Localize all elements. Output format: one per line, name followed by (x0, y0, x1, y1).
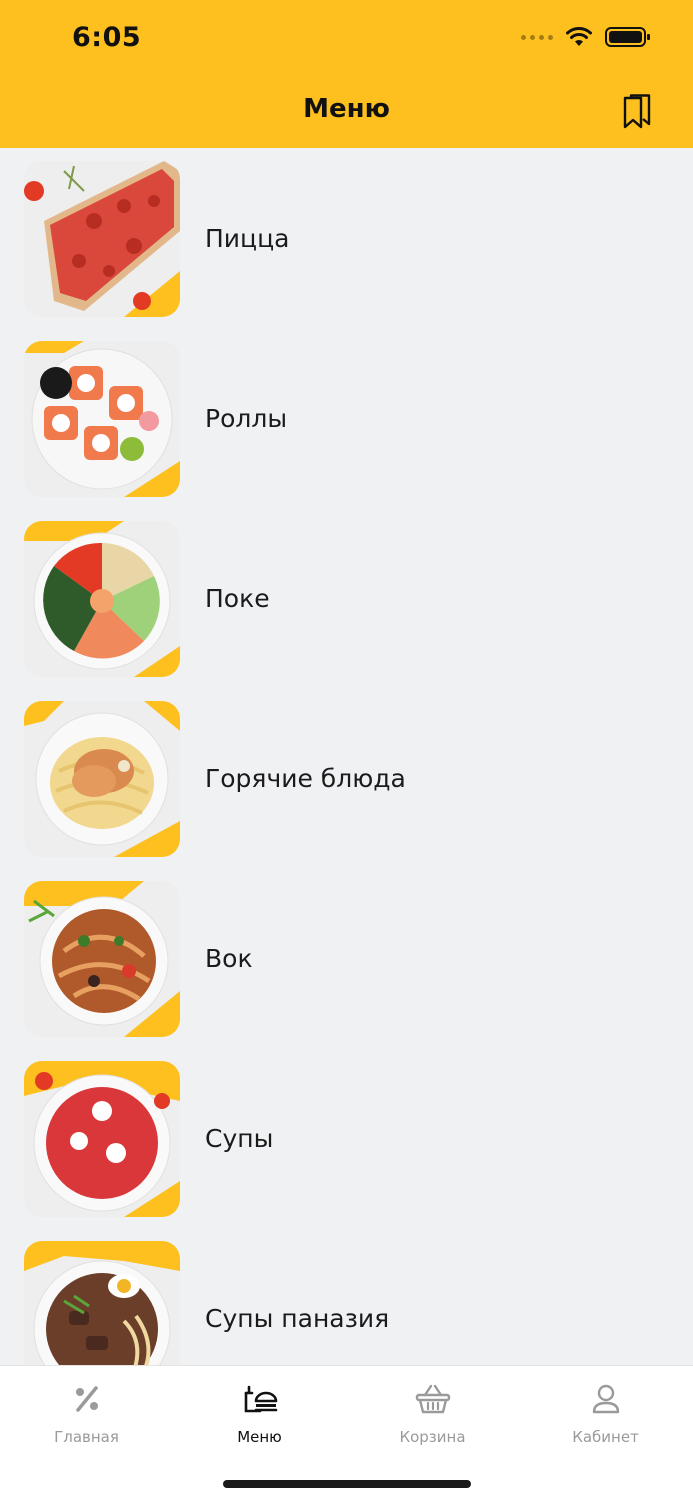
percent-icon (72, 1380, 102, 1418)
signal-icon (521, 34, 553, 40)
poke-image (24, 521, 180, 677)
category-label: Вок (205, 943, 253, 973)
category-label: Горячие блюда (205, 763, 406, 793)
soup-image (24, 1061, 180, 1217)
category-list: Пицца Роллы Поке Горячие блюда Вок Супы … (0, 148, 693, 1365)
status-indicators (521, 26, 651, 48)
tab-menu[interactable]: Меню (173, 1380, 346, 1450)
category-label: Поке (205, 583, 270, 613)
category-item-hot-dishes[interactable]: Горячие блюда (0, 688, 693, 868)
home-indicator (223, 1480, 471, 1488)
menu-food-icon (242, 1380, 278, 1418)
hot-dishes-image (24, 701, 180, 857)
category-item-pizza[interactable]: Пицца (0, 148, 693, 328)
tab-label: Главная (54, 1428, 119, 1446)
tab-bar: Главная Меню Корзина Кабинет (0, 1365, 693, 1500)
panasian-soup-image (24, 1241, 180, 1365)
category-label: Супы (205, 1123, 274, 1153)
battery-icon (605, 27, 650, 47)
category-label: Пицца (205, 223, 290, 253)
wifi-icon (566, 27, 592, 46)
tab-label: Меню (237, 1428, 282, 1446)
page-title: Меню (303, 94, 390, 124)
header: 6:05 Меню (0, 0, 693, 148)
category-label: Роллы (205, 403, 288, 433)
wok-image (24, 881, 180, 1037)
tab-basket[interactable]: Корзина (346, 1380, 519, 1450)
category-label: Супы паназия (205, 1303, 390, 1333)
tab-label: Корзина (399, 1428, 466, 1446)
category-item-panasian-soups[interactable]: Супы паназия (0, 1228, 693, 1365)
pizza-image (24, 161, 180, 317)
tab-label: Кабинет (572, 1428, 639, 1446)
category-item-wok[interactable]: Вок (0, 868, 693, 1048)
bookmark-button[interactable] (621, 94, 653, 130)
category-item-soups[interactable]: Супы (0, 1048, 693, 1228)
category-item-poke[interactable]: Поке (0, 508, 693, 688)
tab-account[interactable]: Кабинет (519, 1380, 692, 1450)
basket-icon (415, 1380, 451, 1418)
bookmark-icon (623, 94, 651, 129)
status-time: 6:05 (72, 22, 142, 53)
category-item-rolls[interactable]: Роллы (0, 328, 693, 508)
rolls-image (24, 341, 180, 497)
user-icon (591, 1380, 621, 1418)
tab-home[interactable]: Главная (0, 1380, 173, 1450)
